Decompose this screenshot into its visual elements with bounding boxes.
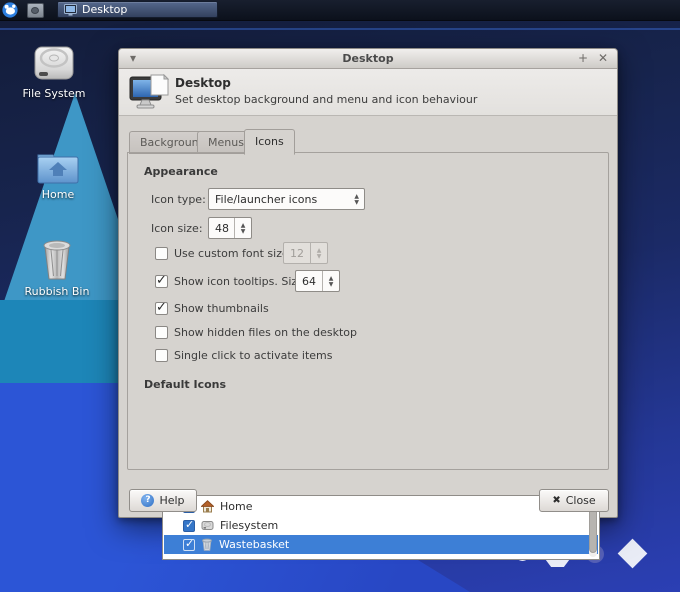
desktop-icon-file-system[interactable]: File System	[8, 44, 100, 100]
list-item-filesystem[interactable]: Filesystem	[164, 516, 598, 535]
dialog-header: Desktop Set desktop background and menu …	[119, 69, 617, 116]
item-checkbox[interactable]	[183, 520, 195, 532]
tab-icons[interactable]: Icons	[244, 129, 295, 155]
desktop-icon-label: Home	[42, 188, 74, 201]
taskbar-window-button[interactable]: Desktop	[57, 1, 218, 18]
help-icon: ?	[141, 494, 154, 507]
xfce-menu-icon[interactable]	[2, 2, 18, 18]
desktop-icon-label: Rubbish Bin	[25, 285, 90, 298]
trash-can-icon	[37, 238, 77, 282]
appearance-section-title: Appearance	[144, 165, 218, 178]
item-checkbox[interactable]	[183, 539, 195, 551]
custom-font-spinbox: 12 ▲▼	[283, 242, 328, 264]
close-icon[interactable]: ✕	[595, 51, 611, 66]
hidden-files-label[interactable]: Show hidden files on the desktop	[174, 326, 357, 339]
close-button-label: Close	[566, 494, 596, 507]
wastebasket-icon	[201, 538, 213, 551]
spin-arrows-icon[interactable]: ▲▼	[234, 218, 251, 238]
icon-type-combobox[interactable]: File/launcher icons ▲▼	[208, 188, 365, 210]
icon-size-spinbox[interactable]: 48 ▲▼	[208, 217, 252, 239]
filesystem-drive-icon	[201, 519, 214, 532]
desktop-settings-icon	[129, 74, 169, 111]
close-x-icon: ✖	[552, 495, 560, 506]
wallpaper-band	[0, 28, 680, 30]
list-item-home[interactable]: Home	[164, 497, 598, 516]
single-click-label[interactable]: Single click to activate items	[174, 349, 333, 362]
help-button[interactable]: ? Help	[129, 489, 197, 512]
tooltips-size-value: 64	[302, 275, 316, 288]
close-button[interactable]: ✖ Close	[539, 489, 609, 512]
tooltips-checkbox[interactable]	[155, 275, 168, 288]
combo-arrows-icon[interactable]: ▲▼	[354, 189, 359, 209]
icon-type-value: File/launcher icons	[215, 193, 317, 206]
screenshot-app-icon[interactable]	[27, 3, 44, 18]
dialog-header-title: Desktop	[175, 76, 231, 90]
tooltips-label[interactable]: Show icon tooltips. Size:	[174, 275, 308, 288]
custom-font-checkbox[interactable]	[155, 247, 168, 260]
desktop-icon-label: File System	[23, 87, 86, 100]
icon-type-label: Icon type:	[151, 193, 206, 206]
list-item-label: Wastebasket	[219, 538, 289, 551]
custom-font-value: 12	[290, 247, 304, 260]
window-monitor-icon	[64, 4, 77, 16]
tab-content-frame: Appearance Icon type: File/launcher icon…	[127, 152, 609, 470]
screen: Desktop File System	[0, 0, 680, 592]
spin-arrows-icon[interactable]: ▲▼	[322, 271, 339, 291]
list-item-wastebasket[interactable]: Wastebasket	[164, 535, 598, 554]
hidden-files-checkbox[interactable]	[155, 326, 168, 339]
list-item-label: Filesystem	[220, 519, 278, 532]
tooltips-size-spinbox[interactable]: 64 ▲▼	[295, 270, 340, 292]
home-icon	[201, 500, 214, 513]
default-icons-list[interactable]: Home Filesystem	[162, 495, 600, 560]
top-panel: Desktop	[0, 0, 680, 21]
thumbnails-label[interactable]: Show thumbnails	[174, 302, 269, 315]
icon-size-value: 48	[215, 222, 229, 235]
default-icons-section-title: Default Icons	[144, 378, 226, 391]
help-button-label: Help	[159, 494, 184, 507]
desktop-icon-home[interactable]: Home	[12, 148, 104, 201]
desktop-settings-window: ▾ Desktop + ✕ Desktop Set desktop back	[118, 48, 618, 518]
wallpaper-teal-band	[0, 300, 130, 385]
maximize-icon[interactable]: +	[575, 51, 591, 66]
desktop-icon-rubbish-bin[interactable]: Rubbish Bin	[11, 238, 103, 298]
home-folder-icon	[35, 148, 81, 185]
window-title: Desktop	[119, 52, 617, 65]
icon-size-label: Icon size:	[151, 222, 203, 235]
spin-arrows-icon: ▲▼	[310, 243, 327, 263]
window-titlebar[interactable]: ▾ Desktop + ✕	[119, 49, 617, 69]
thumbnails-checkbox[interactable]	[155, 302, 168, 315]
taskbar-window-label: Desktop	[82, 3, 127, 16]
list-item-label: Home	[220, 500, 252, 513]
custom-font-label[interactable]: Use custom font size:	[174, 247, 292, 260]
single-click-checkbox[interactable]	[155, 349, 168, 362]
dialog-header-subtitle: Set desktop background and menu and icon…	[175, 93, 477, 106]
hard-drive-icon	[30, 44, 78, 84]
